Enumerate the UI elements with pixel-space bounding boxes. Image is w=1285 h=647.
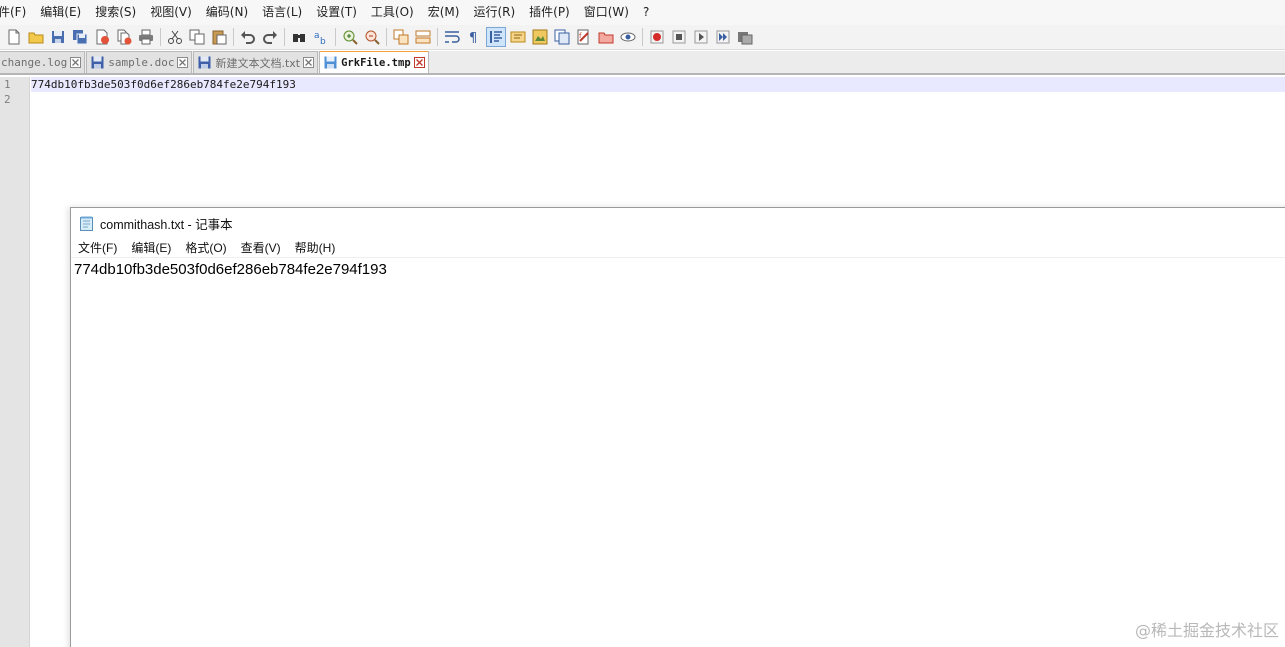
save-icon: [91, 56, 104, 69]
paste-icon[interactable]: [209, 27, 229, 47]
notepad-title: commithash.txt - 记事本: [100, 217, 233, 232]
show-all-chars-icon[interactable]: ¶: [464, 27, 484, 47]
save-macro-icon[interactable]: [735, 27, 755, 47]
toolbar-separator: [284, 28, 285, 46]
line-number-gutter: 1 2: [0, 77, 30, 647]
notepad-menu-help[interactable]: 帮助(H): [295, 239, 336, 256]
npp-toolbar: ab ¶ f: [0, 25, 1285, 50]
menu-language[interactable]: 语言(L): [255, 0, 309, 25]
tab-grkfile-tmp[interactable]: GrkFile.tmp: [319, 51, 429, 73]
stop-record-icon[interactable]: [669, 27, 689, 47]
notepad-text-area[interactable]: 774db10fb3de503f0d6ef286eb784fe2e794f193: [74, 260, 1285, 647]
tab-sample-doc[interactable]: sample.doc: [86, 51, 193, 73]
menu-plugins[interactable]: 插件(P): [522, 0, 577, 25]
notepad-icon: [80, 216, 93, 231]
menu-edit[interactable]: 编辑(E): [33, 0, 88, 25]
notepad-menu-edit[interactable]: 编辑(E): [131, 239, 171, 256]
toolbar-separator: [642, 28, 643, 46]
tab-label: 新建文本文档.txt: [215, 56, 301, 70]
word-wrap-icon[interactable]: [442, 27, 462, 47]
monitoring-icon[interactable]: [596, 27, 616, 47]
sync-horizontal-icon[interactable]: [413, 27, 433, 47]
notepad-menu-view[interactable]: 查看(V): [241, 239, 281, 256]
zoom-out-icon[interactable]: [362, 27, 382, 47]
print-icon[interactable]: [136, 27, 156, 47]
folder-workspace-icon[interactable]: f: [574, 27, 594, 47]
close-icon[interactable]: [177, 57, 189, 68]
sync-vertical-icon[interactable]: [391, 27, 411, 47]
save-icon: [198, 56, 211, 69]
watermark: @稀土掘金技术社区: [1134, 621, 1279, 640]
save-icon: [324, 56, 337, 69]
line-number: 1: [4, 78, 11, 91]
close-icon[interactable]: [70, 57, 82, 68]
menu-search[interactable]: 搜索(S): [88, 0, 143, 25]
npp-tabbar: change.log sample.doc 新建文本文档.txt GrkFile…: [0, 51, 1285, 75]
close-icon[interactable]: [413, 57, 425, 68]
cut-icon[interactable]: [165, 27, 185, 47]
menu-macro[interactable]: 宏(M): [421, 0, 467, 25]
menu-window[interactable]: 窗口(W): [577, 0, 636, 25]
code-line[interactable]: [31, 92, 1285, 107]
notepad-text[interactable]: 774db10fb3de503f0d6ef286eb784fe2e794f193: [74, 260, 1285, 280]
svg-text:¶: ¶: [469, 31, 477, 45]
close-icon[interactable]: [303, 57, 315, 68]
eye-icon[interactable]: [618, 27, 638, 47]
toolbar-separator: [386, 28, 387, 46]
notepad-window: commithash.txt - 记事本 文件(F) 编辑(E) 格式(O) 查…: [70, 207, 1285, 647]
close-all-icon[interactable]: [114, 27, 134, 47]
zoom-in-icon[interactable]: [340, 27, 360, 47]
save-icon[interactable]: [48, 27, 68, 47]
editor-text-area[interactable]: 774db10fb3de503f0d6ef286eb784fe2e794f193: [31, 77, 1285, 107]
toolbar-separator: [160, 28, 161, 46]
notepad-menu-file[interactable]: 文件(F): [78, 239, 117, 256]
menu-encoding[interactable]: 编码(N): [199, 0, 255, 25]
redo-icon[interactable]: [260, 27, 280, 47]
code-line[interactable]: 774db10fb3de503f0d6ef286eb784fe2e794f193: [31, 77, 1285, 92]
toolbar-separator: [335, 28, 336, 46]
run-macro-multiple-icon[interactable]: [713, 27, 733, 47]
open-file-icon[interactable]: [26, 27, 46, 47]
toolbar-separator: [437, 28, 438, 46]
svg-text:a: a: [314, 31, 320, 41]
function-list-icon[interactable]: [552, 27, 572, 47]
close-icon[interactable]: [92, 27, 112, 47]
tab-label: GrkFile.tmp: [341, 56, 411, 69]
menu-file[interactable]: 件(F): [0, 0, 33, 25]
play-macro-icon[interactable]: [691, 27, 711, 47]
menu-tools[interactable]: 工具(O): [364, 0, 421, 25]
notepad-titlebar[interactable]: commithash.txt - 记事本: [71, 208, 1285, 238]
line-number: 2: [4, 93, 11, 106]
undo-icon[interactable]: [238, 27, 258, 47]
menu-help[interactable]: ?: [636, 0, 656, 25]
menu-view[interactable]: 视图(V): [143, 0, 199, 25]
save-all-icon[interactable]: [70, 27, 90, 47]
find-icon[interactable]: [289, 27, 309, 47]
copy-icon[interactable]: [187, 27, 207, 47]
tab-change-log[interactable]: change.log: [0, 51, 86, 73]
record-macro-icon[interactable]: [647, 27, 667, 47]
npp-menubar: 件(F) 编辑(E) 搜索(S) 视图(V) 编码(N) 语言(L) 设置(T)…: [0, 0, 1285, 25]
user-language-icon[interactable]: [508, 27, 528, 47]
tab-label: sample.doc: [108, 56, 175, 69]
new-file-icon[interactable]: [4, 27, 24, 47]
notepad-menu-format[interactable]: 格式(O): [185, 239, 226, 256]
tab-label: change.log: [1, 56, 68, 69]
indent-guide-icon[interactable]: [486, 27, 506, 47]
tab-new-text-document[interactable]: 新建文本文档.txt: [193, 51, 319, 73]
document-map-icon[interactable]: [530, 27, 550, 47]
menu-settings[interactable]: 设置(T): [309, 0, 364, 25]
notepad-menubar: 文件(F) 编辑(E) 格式(O) 查看(V) 帮助(H): [71, 238, 1285, 258]
svg-text:b: b: [320, 37, 326, 45]
replace-icon[interactable]: ab: [311, 27, 331, 47]
toolbar-separator: [233, 28, 234, 46]
menu-run[interactable]: 运行(R): [466, 0, 522, 25]
